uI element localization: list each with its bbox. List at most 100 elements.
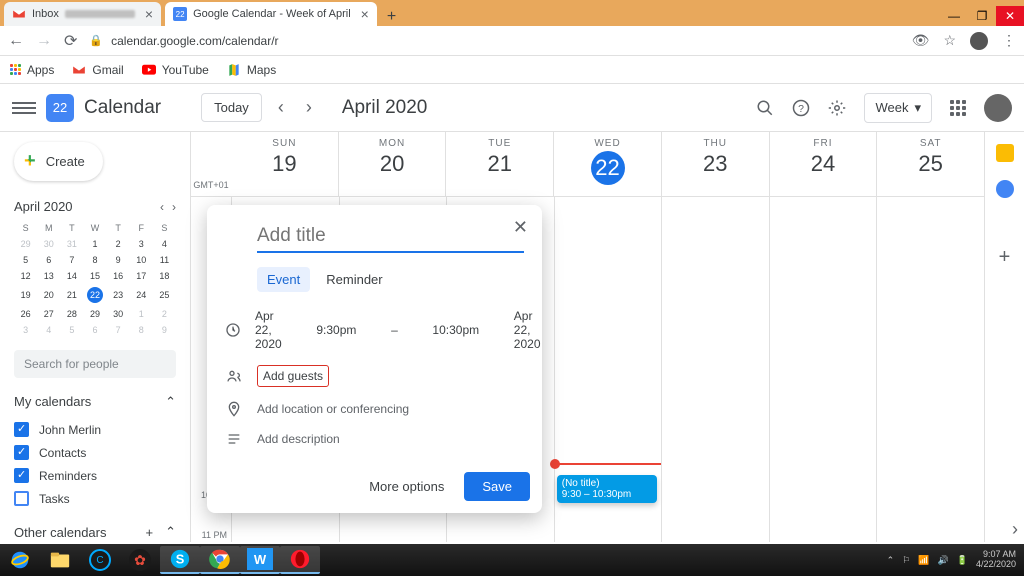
close-icon[interactable]: × bbox=[361, 6, 369, 22]
event-title-input[interactable] bbox=[257, 221, 524, 253]
system-tray[interactable]: ⌃ ⚐ 📶 🔊 🔋 9:07 AM4/22/2020 bbox=[887, 550, 1024, 570]
checkbox[interactable] bbox=[14, 422, 29, 437]
tab-title: Google Calendar - Week of April bbox=[193, 8, 351, 20]
calendar-item[interactable]: Reminders bbox=[14, 464, 176, 487]
guests-row[interactable]: Add guests bbox=[219, 358, 530, 394]
day-header[interactable]: THU23 bbox=[661, 132, 769, 196]
tray-icon[interactable]: ⚐ bbox=[902, 555, 910, 566]
url-text: calendar.google.com/calendar/r bbox=[111, 34, 278, 48]
search-icon[interactable] bbox=[756, 99, 774, 117]
checkbox[interactable] bbox=[14, 491, 29, 506]
day-header[interactable]: FRI24 bbox=[769, 132, 877, 196]
maximize-button[interactable]: ❐ bbox=[968, 6, 996, 26]
tab-title: Inbox bbox=[32, 8, 59, 20]
add-guests-field[interactable]: Add guests bbox=[257, 365, 329, 387]
bookmark-apps[interactable]: Apps bbox=[10, 63, 54, 77]
ie-icon[interactable] bbox=[0, 546, 40, 574]
side-panel: + bbox=[984, 132, 1024, 542]
chevron-up-icon[interactable]: ⌃ bbox=[165, 524, 176, 540]
checkbox[interactable] bbox=[14, 468, 29, 483]
prev-week-button[interactable]: ‹ bbox=[272, 97, 290, 118]
now-indicator bbox=[555, 463, 662, 465]
eye-icon[interactable]: 👁 bbox=[912, 32, 930, 50]
maps-icon bbox=[227, 63, 241, 77]
next-week-button[interactable]: › bbox=[300, 97, 318, 118]
search-people-input[interactable]: Search for people bbox=[14, 350, 176, 378]
view-selector[interactable]: Week▾ bbox=[864, 93, 932, 123]
profile-avatar[interactable] bbox=[970, 32, 988, 50]
menu-icon[interactable] bbox=[12, 102, 36, 114]
bookmark-maps[interactable]: Maps bbox=[227, 63, 276, 77]
bookmark-youtube[interactable]: YouTube bbox=[142, 63, 209, 77]
location-row[interactable]: Add location or conferencing bbox=[219, 394, 530, 424]
apps-grid-icon[interactable] bbox=[950, 100, 966, 116]
close-window-button[interactable]: ✕ bbox=[996, 6, 1024, 26]
other-calendars-header[interactable]: Other calendars bbox=[14, 525, 107, 540]
account-avatar[interactable] bbox=[984, 94, 1012, 122]
skype-icon[interactable]: S bbox=[160, 546, 200, 574]
calendar-logo: 22 bbox=[46, 94, 74, 122]
tasks-icon[interactable] bbox=[996, 180, 1014, 198]
app-icon[interactable]: C bbox=[80, 546, 120, 574]
opera-icon[interactable] bbox=[280, 546, 320, 574]
chevron-up-icon[interactable]: ⌃ bbox=[165, 394, 176, 410]
chevron-down-icon: ▾ bbox=[914, 100, 921, 116]
month-year: April 2020 bbox=[342, 97, 428, 119]
close-icon[interactable]: ✕ bbox=[513, 217, 528, 238]
next-month-button[interactable]: › bbox=[172, 200, 176, 214]
more-options-button[interactable]: More options bbox=[359, 472, 454, 501]
mini-calendar[interactable]: SMTWTFS293031123456789101112131415161718… bbox=[14, 220, 176, 338]
save-button[interactable]: Save bbox=[464, 472, 530, 501]
today-button[interactable]: Today bbox=[201, 93, 262, 122]
add-calendar-button[interactable]: + bbox=[146, 525, 154, 540]
checkbox[interactable] bbox=[14, 445, 29, 460]
minimize-button[interactable]: — bbox=[940, 6, 968, 26]
close-icon[interactable]: × bbox=[145, 6, 153, 22]
create-button[interactable]: +Create bbox=[14, 142, 103, 181]
calendar-item[interactable]: Contacts bbox=[14, 441, 176, 464]
gear-icon[interactable] bbox=[828, 99, 846, 117]
tray-battery-icon[interactable]: 🔋 bbox=[957, 555, 968, 566]
back-button[interactable]: ← bbox=[8, 32, 24, 50]
app-icon[interactable]: W bbox=[240, 546, 280, 574]
app-icon[interactable]: ✿ bbox=[120, 546, 160, 574]
add-addon-button[interactable]: + bbox=[999, 246, 1011, 269]
gmail-icon bbox=[72, 63, 86, 77]
star-icon[interactable]: ☆ bbox=[943, 32, 956, 50]
day-header[interactable]: TUE21 bbox=[445, 132, 553, 196]
chrome-icon[interactable] bbox=[200, 546, 240, 574]
plus-icon: + bbox=[24, 150, 36, 173]
day-header[interactable]: MON20 bbox=[338, 132, 446, 196]
kebab-icon[interactable]: ⋮ bbox=[1002, 32, 1016, 50]
browser-tab[interactable]: Inbox × bbox=[4, 2, 161, 26]
clock-icon bbox=[225, 322, 241, 338]
my-calendars-header[interactable]: My calendars bbox=[14, 394, 91, 410]
reload-button[interactable]: ⟳ bbox=[64, 31, 77, 51]
bookmark-gmail[interactable]: Gmail bbox=[72, 63, 123, 77]
day-header[interactable]: SUN19 bbox=[231, 132, 338, 196]
event-chip[interactable]: (No title)9:30 – 10:30pm bbox=[557, 475, 658, 503]
day-header[interactable]: SAT25 bbox=[876, 132, 984, 196]
tray-icon[interactable]: 🔊 bbox=[938, 555, 949, 566]
location-icon bbox=[225, 401, 243, 417]
description-row[interactable]: Add description bbox=[219, 424, 530, 454]
calendar-item[interactable]: Tasks bbox=[14, 487, 176, 510]
keep-icon[interactable] bbox=[996, 144, 1014, 162]
prev-month-button[interactable]: ‹ bbox=[160, 200, 164, 214]
tray-chevron-icon[interactable]: ⌃ bbox=[887, 555, 895, 566]
explorer-icon[interactable] bbox=[40, 546, 80, 574]
forward-button[interactable]: → bbox=[36, 32, 52, 50]
time-row[interactable]: Apr 22, 2020 9:30pm – 10:30pm Apr 22, 20… bbox=[219, 302, 530, 358]
help-icon[interactable]: ? bbox=[792, 99, 810, 117]
clock[interactable]: 9:07 AM4/22/2020 bbox=[976, 550, 1016, 570]
tab-reminder[interactable]: Reminder bbox=[316, 267, 392, 292]
expand-panel-button[interactable]: › bbox=[1012, 519, 1018, 540]
tab-event[interactable]: Event bbox=[257, 267, 310, 292]
day-header[interactable]: WED22 bbox=[553, 132, 661, 196]
new-tab-button[interactable]: + bbox=[377, 8, 406, 26]
sidebar: +Create April 2020‹› SMTWTFS293031123456… bbox=[0, 132, 190, 542]
url-field[interactable]: 🔒 calendar.google.com/calendar/r bbox=[89, 34, 899, 48]
tray-icon[interactable]: 📶 bbox=[918, 555, 929, 566]
calendar-item[interactable]: John Merlin bbox=[14, 418, 176, 441]
browser-tab[interactable]: 22 Google Calendar - Week of April × bbox=[165, 2, 377, 26]
